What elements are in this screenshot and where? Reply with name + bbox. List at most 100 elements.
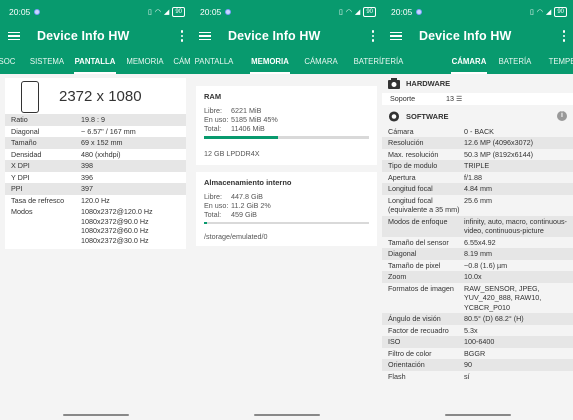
row-label: Longitud focal (equivalente a 35 mm)	[388, 195, 460, 215]
mode-item: 1080x2372@120.0 Hz	[81, 207, 153, 216]
display-card: 2372 x 1080 Ratio 19.8 : 9 Diagonal ~ 6.57"…	[5, 78, 186, 249]
info-row: Max. resolución 50.3 MP (8192x6144)	[382, 149, 573, 161]
memory-label: Libre:	[204, 106, 222, 115]
more-options-icon[interactable]	[371, 30, 374, 42]
menu-icon[interactable]	[390, 31, 402, 41]
ram-card: RAM Libre: 6221 MiB En uso: 5185 MiB 45% Tot…	[196, 86, 377, 165]
row-label: Longitud focal	[388, 184, 433, 193]
row-value: 4.84 mm	[464, 184, 492, 193]
row-label: Flash	[388, 371, 406, 381]
more-options-icon[interactable]	[180, 30, 183, 42]
status-time: 20:05	[200, 6, 222, 17]
info-row: Tasa de refresco 120.0 Hz	[5, 195, 186, 207]
info-row: Zoom 10.0x	[382, 271, 573, 283]
row-value: 398	[81, 161, 93, 170]
info-row: Resolución 12.6 MP (4096x3072)	[382, 137, 573, 149]
info-row: Diagonal ~ 6.57" / 167 mm	[5, 126, 186, 138]
row-value: 5.3x	[464, 325, 478, 335]
row-label: Zoom	[388, 272, 407, 281]
row-value: infinity, auto, macro, continuous-video,…	[464, 216, 567, 236]
tab-bar: BATERÍA CÁMARA BATERÍA TEMPE	[382, 49, 573, 74]
ram-usage-bar	[204, 136, 369, 139]
info-row: Ángulo de visión 80.5° (D) 68.2° (H)	[382, 313, 573, 325]
status-time: 20:05	[9, 6, 31, 17]
info-row: ISO 100-6400	[382, 336, 573, 348]
tab-pantalla[interactable]: PANTALLA	[191, 49, 239, 74]
aperture-icon	[388, 110, 400, 122]
memory-line: Libre: 6221 MiB	[196, 106, 377, 115]
vibrate-icon: ▯	[529, 8, 534, 16]
row-value: 19.8 : 9	[81, 115, 105, 124]
camera-content: HARDWARE Soporte 13 ☰ SOFTWARE i Cámara 0…	[382, 74, 573, 420]
tab-camara[interactable]: CÁMERA	[170, 49, 191, 74]
tab-bateria[interactable]: BATERÍA	[494, 49, 536, 74]
mode-item: 1080x2372@60.0 Hz	[81, 226, 149, 235]
info-row: Longitud focal (equivalente a 35 mm) 25.6…	[382, 195, 573, 216]
ram-type: 12 GB LPDDR4X	[204, 148, 260, 158]
panel-camara: 20:05 ▯ ◠ ◢ 90 Device Info HW BATERÍA CÁ…	[382, 0, 573, 420]
app-bar: Device Info HW	[382, 23, 573, 49]
info-row: Diagonal 8.19 mm	[382, 248, 573, 260]
row-label: Y DPI	[11, 172, 30, 182]
row-label: Max. resolución	[388, 149, 439, 159]
row-label: Diagonal	[388, 249, 417, 258]
info-row: Tipo de modulo TRIPLE	[382, 160, 573, 172]
tab-bateria[interactable]: BATERÍA	[349, 49, 382, 74]
soporte-value: 13 ☰	[446, 94, 463, 103]
info-row: Longitud focal 4.84 mm	[382, 183, 573, 195]
row-label: ISO	[388, 337, 401, 346]
row-value: RAW_SENSOR, JPEG, YUV_420_888, RAW10, YC…	[464, 283, 542, 312]
row-value: 12.6 MP (4096x3072)	[464, 138, 533, 147]
memory-value: 6221 MiB	[231, 106, 262, 115]
notification-icon	[34, 8, 41, 15]
tab-bar: SOC SISTEMA PANTALLA MEMORIA CÁMERA	[0, 49, 191, 74]
row-label: Filtro de color	[388, 348, 432, 358]
info-icon[interactable]: i	[557, 111, 567, 121]
gesture-bar	[444, 413, 511, 416]
memory-value: 11.2 GiB 2%	[231, 200, 271, 210]
row-value: 90	[464, 360, 472, 369]
soporte-label: Soporte	[390, 94, 416, 103]
menu-icon[interactable]	[199, 31, 211, 41]
status-bar: 20:05 ▯ ◠ ◢ 90	[191, 0, 382, 23]
gesture-bar	[62, 413, 129, 416]
tab-camara[interactable]: CÁMARA	[447, 49, 491, 74]
row-value: ~0.8 (1.6) µm	[464, 260, 508, 270]
battery-icon: 90	[363, 6, 376, 17]
row-label: Formatos de imagen	[388, 283, 454, 293]
tab-pantalla[interactable]: PANTALLA	[70, 49, 120, 74]
info-row: Formatos de imagen RAW_SENSOR, JPEG, YUV_…	[382, 283, 573, 314]
gesture-bar	[253, 413, 320, 416]
row-label: Ratio	[11, 115, 28, 124]
tab-memoria[interactable]: MEMORIA	[123, 49, 167, 74]
memory-value: 447.8 GiB	[231, 191, 263, 201]
tab-temperatura[interactable]: TEMPE	[542, 49, 573, 74]
screenshot-root: 20:05 ▯ ◠ ◢ 90 Device Info HW SOC SISTEM…	[0, 0, 573, 420]
info-row: Modos de enfoque infinity, auto, macro, c…	[382, 215, 573, 237]
app-title: Device Info HW	[37, 29, 130, 43]
signal-icon: ◢	[354, 8, 361, 16]
tab-camara[interactable]: CÁMARA	[301, 49, 341, 74]
info-row: Factor de recuadro 5.3x	[382, 325, 573, 337]
row-value: 100-6400	[464, 337, 495, 346]
info-row: Cámara 0 - BACK	[382, 126, 573, 138]
memory-line: En uso: 11.2 GiB 2%	[196, 201, 377, 210]
tab-bateria-prev[interactable]: BATERÍA	[382, 49, 408, 74]
app-title: Device Info HW	[228, 29, 321, 43]
row-value: ~ 6.57" / 167 mm	[81, 126, 136, 136]
tab-sistema[interactable]: SISTEMA	[26, 49, 68, 74]
tab-memoria[interactable]: MEMORIA	[246, 49, 294, 74]
row-value: 10.0x	[464, 272, 482, 281]
memory-label: Libre:	[204, 191, 222, 201]
memory-line: Total: 459 GiB	[196, 210, 377, 219]
modes-values: 1080x2372@120.0 Hz 1080x2372@90.0 Hz 108…	[81, 207, 180, 245]
row-value: 8.19 mm	[464, 249, 492, 258]
status-time: 20:05	[391, 6, 413, 17]
software-header: SOFTWARE i	[382, 106, 573, 126]
row-value: 0 - BACK	[464, 126, 494, 136]
row-label: Tasa de refresco	[11, 195, 65, 205]
more-options-icon[interactable]	[562, 30, 565, 42]
menu-icon[interactable]	[8, 31, 20, 41]
mode-item: 1080x2372@30.0 Hz	[81, 235, 149, 245]
tab-soc[interactable]: SOC	[0, 49, 20, 74]
